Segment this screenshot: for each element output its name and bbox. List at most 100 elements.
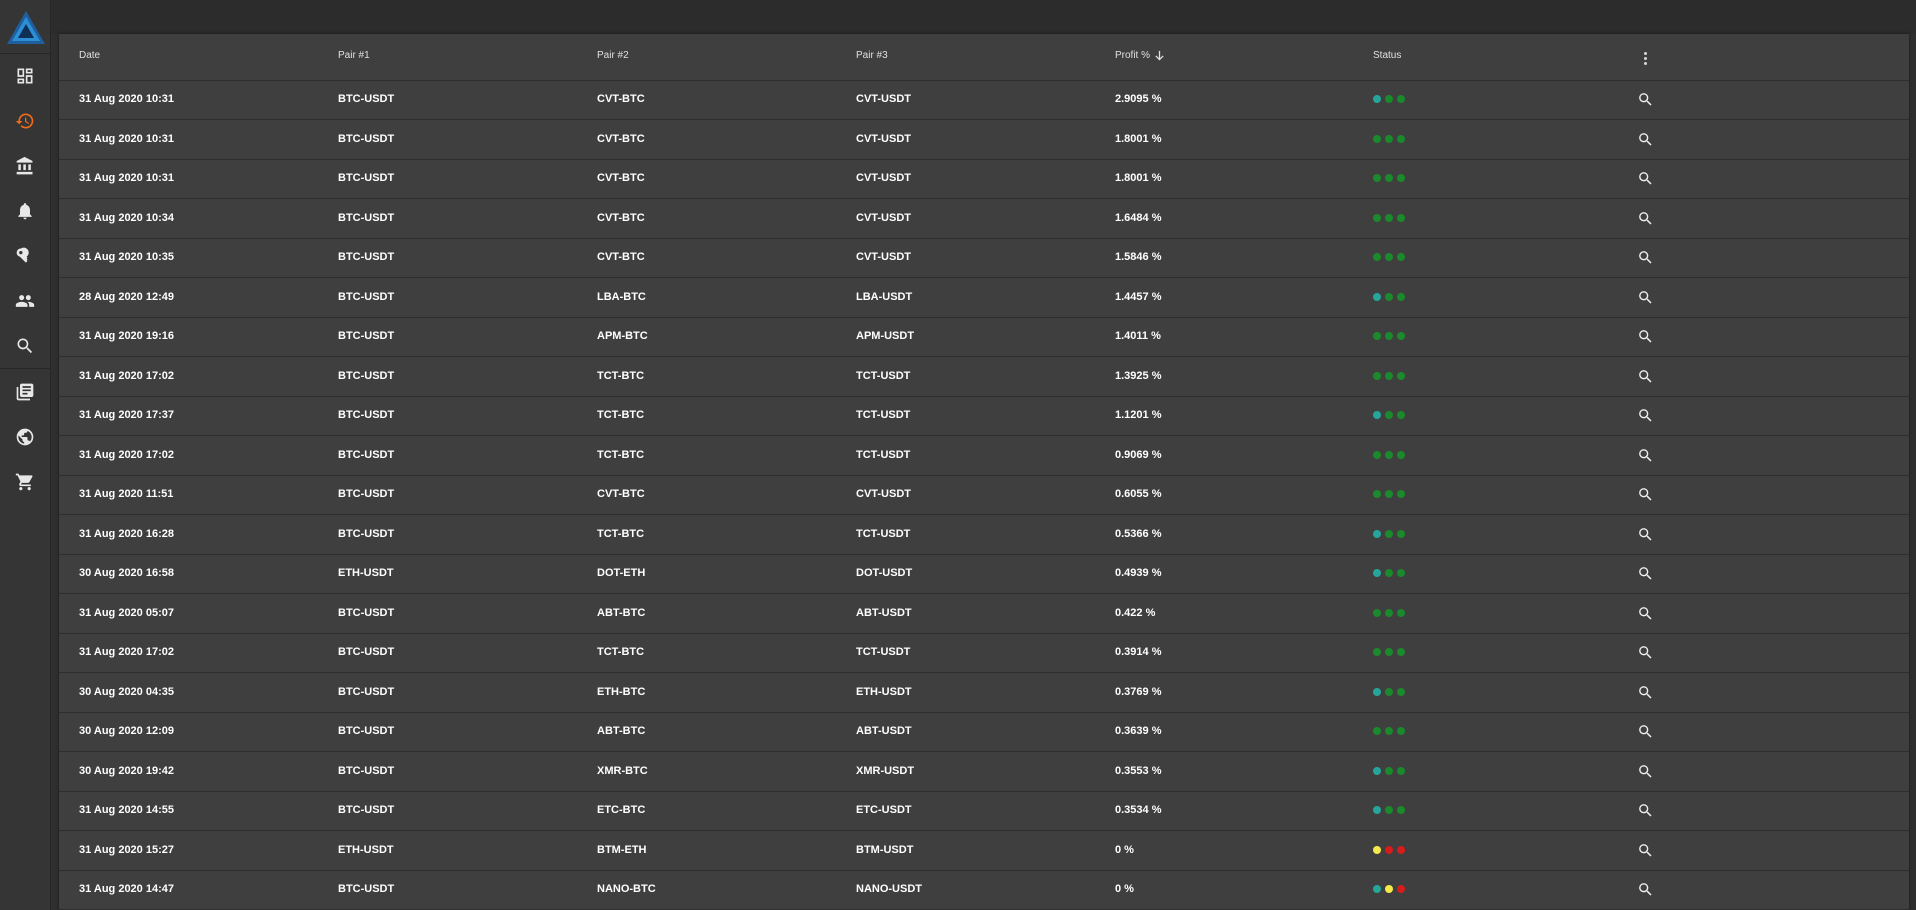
table-row[interactable]: 31 Aug 2020 10:34 BTC-USDT CVT-BTC CVT-USDT… — [59, 199, 1909, 239]
status-dot — [1385, 766, 1393, 775]
search-icon[interactable] — [1637, 368, 1654, 385]
table-row[interactable]: 31 Aug 2020 16:28 BTC-USDT TCT-BTC TCT-USDT… — [59, 515, 1909, 555]
status-indicator — [1373, 569, 1405, 577]
search-icon[interactable] — [1637, 328, 1654, 345]
search-icon[interactable] — [1637, 565, 1654, 582]
search-icon[interactable] — [1637, 210, 1654, 227]
table-row[interactable]: 31 Aug 2020 05:07 BTC-USDT ABT-BTC ABT-USDT… — [59, 594, 1909, 634]
cell-pair3: APM-USDT — [856, 330, 915, 342]
table-row[interactable]: 31 Aug 2020 11:51 BTC-USDT CVT-BTC CVT-USDT… — [59, 475, 1909, 515]
cell-date: 31 Aug 2020 11:51 — [79, 488, 174, 500]
library-icon[interactable] — [14, 381, 36, 403]
cell-pair3: NANO-USDT — [856, 883, 922, 895]
table-row[interactable]: 31 Aug 2020 10:31 BTC-USDT CVT-BTC CVT-USDT… — [59, 80, 1909, 120]
history-icon[interactable] — [14, 110, 36, 132]
header-pair-1[interactable]: Pair #1 — [338, 50, 370, 61]
cell-profit: 0.3553 % — [1115, 764, 1162, 777]
cell-date: 31 Aug 2020 10:31 — [79, 132, 174, 145]
cell-date: 31 Aug 2020 17:02 — [79, 448, 174, 461]
status-dot — [1373, 95, 1381, 103]
status-dot — [1385, 845, 1393, 854]
search-icon[interactable] — [1637, 842, 1654, 859]
cell-date: 31 Aug 2020 05:07 — [79, 606, 174, 619]
search-icon[interactable] — [1637, 526, 1654, 543]
search-icon[interactable] — [1637, 881, 1654, 898]
cell-date: 31 Aug 2020 15:27 — [79, 843, 174, 856]
bell-icon[interactable] — [14, 200, 36, 222]
search-icon[interactable] — [1637, 723, 1654, 740]
status-dot — [1385, 292, 1393, 301]
users-icon[interactable] — [14, 290, 36, 312]
status-dot — [1373, 134, 1381, 143]
search-icon[interactable] — [1637, 289, 1654, 306]
status-dot — [1397, 253, 1405, 261]
table-row[interactable]: 31 Aug 2020 17:02 BTC-USDT TCT-BTC TCT-USDT… — [59, 357, 1909, 397]
cart-icon[interactable] — [14, 471, 36, 493]
header-pair-3[interactable]: Pair #3 — [856, 50, 888, 61]
status-dot — [1385, 213, 1393, 222]
cell-profit: 0 % — [1115, 843, 1134, 856]
table-row[interactable]: 31 Aug 2020 15:27 ETH-USDT BTM-ETH BTM-USDT… — [59, 831, 1909, 871]
search-icon[interactable] — [1637, 407, 1654, 424]
table-row[interactable]: 31 Aug 2020 19:16 BTC-USDT APM-BTC APM-USDT… — [59, 317, 1909, 357]
table-row[interactable]: 30 Aug 2020 19:42 BTC-USDT XMR-BTC XMR-USDT… — [59, 752, 1909, 792]
header-pair-2[interactable]: Pair #2 — [597, 50, 629, 61]
cell-pair2: TCT-BTC — [597, 448, 645, 461]
status-dot — [1397, 608, 1405, 617]
status-dot — [1373, 885, 1381, 893]
bank-icon[interactable] — [14, 155, 36, 177]
header-date[interactable]: Date — [79, 50, 100, 61]
search-icon[interactable] — [1637, 486, 1654, 503]
table-row[interactable]: 31 Aug 2020 14:47 BTC-USDT NANO-BTC NANO-US… — [59, 870, 1909, 910]
table-row[interactable]: 31 Aug 2020 17:37 BTC-USDT TCT-BTC TCT-USDT… — [59, 396, 1909, 436]
table-row[interactable]: 31 Aug 2020 10:35 BTC-USDT CVT-BTC CVT-USDT… — [59, 238, 1909, 278]
table-row[interactable]: 31 Aug 2020 17:02 BTC-USDT TCT-BTC TCT-USDT… — [59, 633, 1909, 673]
table-row[interactable]: 30 Aug 2020 12:09 BTC-USDT ABT-BTC ABT-USDT… — [59, 712, 1909, 752]
table-row[interactable]: 31 Aug 2020 10:31 BTC-USDT CVT-BTC CVT-USDT… — [59, 159, 1909, 199]
cell-pair3: TCT-USDT — [856, 527, 911, 540]
table-row[interactable]: 30 Aug 2020 04:35 BTC-USDT ETH-BTC ETH-USDT… — [59, 673, 1909, 713]
status-dot — [1385, 134, 1393, 143]
triangle-logo[interactable] — [5, 9, 47, 47]
key-icon[interactable] — [14, 245, 36, 267]
search-icon[interactable] — [1637, 249, 1654, 266]
status-dot — [1385, 450, 1393, 459]
search-icon[interactable] — [1637, 447, 1654, 464]
cell-date: 30 Aug 2020 16:58 — [79, 567, 174, 579]
status-dot — [1397, 529, 1405, 538]
table-row[interactable]: 31 Aug 2020 14:55 BTC-USDT ETC-BTC ETC-USDT… — [59, 791, 1909, 831]
cell-pair1: BTC-USDT — [338, 804, 395, 816]
cell-pair2: TCT-BTC — [597, 646, 645, 658]
more-vert-icon[interactable] — [1644, 52, 1648, 66]
table-row[interactable]: 31 Aug 2020 17:02 BTC-USDT TCT-BTC TCT-USDT… — [59, 436, 1909, 476]
cell-pair1: BTC-USDT — [338, 251, 395, 263]
header-profit-label: Profit % — [1115, 50, 1151, 62]
cell-date: 31 Aug 2020 10:34 — [79, 211, 174, 224]
search-icon[interactable] — [1637, 605, 1654, 622]
globe-icon[interactable] — [14, 426, 36, 448]
table-row[interactable]: 28 Aug 2020 12:49 BTC-USDT LBA-BTC LBA-USDT… — [59, 278, 1909, 318]
header-status[interactable]: Status — [1373, 50, 1401, 61]
search-icon[interactable] — [1637, 763, 1654, 780]
cell-date: 31 Aug 2020 10:31 — [79, 93, 174, 105]
search-icon[interactable] — [1637, 91, 1654, 108]
cell-pair2: CVT-BTC — [597, 172, 645, 184]
cell-profit: 1.3925 % — [1115, 369, 1162, 382]
cell-profit: 0.3534 % — [1115, 804, 1162, 816]
table-row[interactable]: 31 Aug 2020 10:31 BTC-USDT CVT-BTC CVT-USDT… — [59, 120, 1909, 160]
search-icon[interactable] — [1637, 170, 1654, 187]
search-icon[interactable] — [1637, 684, 1654, 701]
search-icon[interactable] — [1637, 131, 1654, 148]
cell-pair1: BTC-USDT — [338, 132, 395, 145]
search-icon[interactable] — [1637, 644, 1654, 661]
cell-date: 31 Aug 2020 10:31 — [79, 172, 174, 184]
cell-pair3: ABT-USDT — [856, 606, 912, 619]
search-icon[interactable] — [1637, 802, 1654, 819]
sidebar-divider — [0, 368, 51, 369]
search-icon[interactable] — [14, 335, 36, 357]
status-dot — [1373, 569, 1381, 577]
table-row[interactable]: 30 Aug 2020 16:58 ETH-USDT DOT-ETH DOT-USDT… — [59, 554, 1909, 594]
header-profit[interactable]: Profit % — [1115, 50, 1165, 61]
dashboard-icon[interactable] — [14, 65, 36, 87]
cell-pair3: CVT-USDT — [856, 93, 911, 105]
